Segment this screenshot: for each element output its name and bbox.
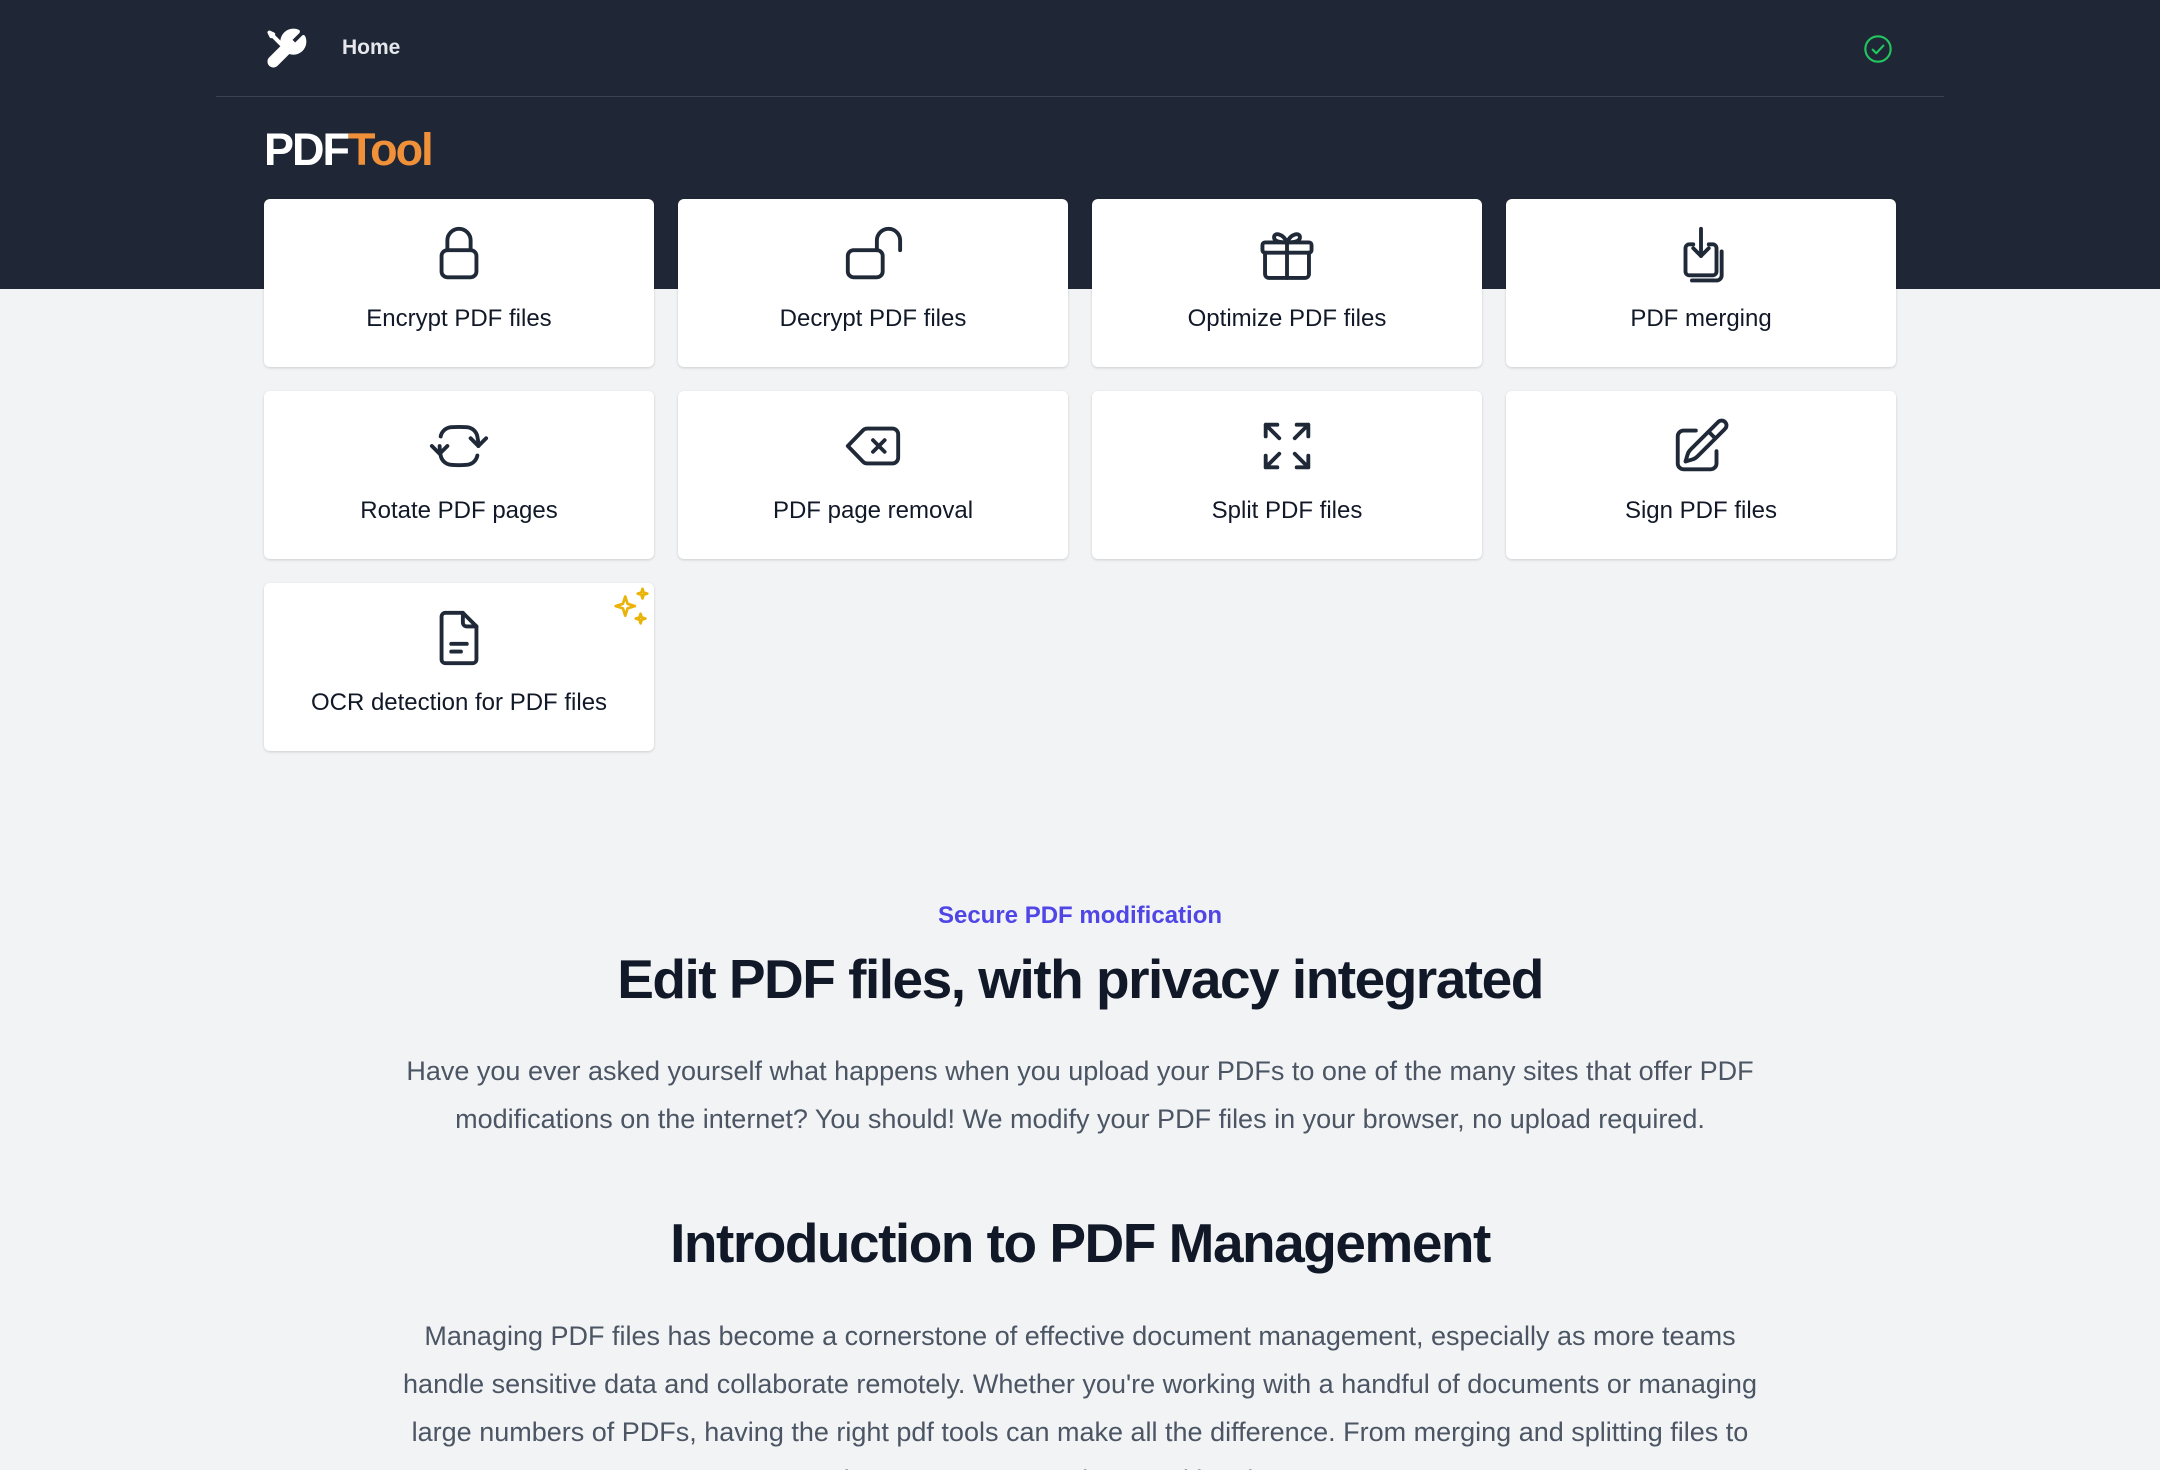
tool-label: PDF merging	[1630, 305, 1772, 332]
expand-arrows-icon	[1256, 415, 1318, 477]
pencil-square-icon	[1670, 415, 1732, 477]
tool-label: OCR detection for PDF files	[310, 689, 608, 716]
tool-label: Decrypt PDF files	[779, 305, 967, 332]
tool-card-decrypt[interactable]: Decrypt PDF files	[678, 199, 1068, 367]
tool-card-sign[interactable]: Sign PDF files	[1506, 391, 1896, 559]
tool-card-merge[interactable]: PDF merging	[1506, 199, 1896, 367]
top-navbar: Home	[216, 0, 1944, 97]
tool-card-page-removal[interactable]: PDF page removal	[678, 391, 1068, 559]
wrench-screwdriver-icon[interactable]	[264, 27, 308, 71]
article-title: Introduction to PDF Management	[670, 1212, 1491, 1274]
backspace-icon	[842, 415, 904, 477]
tool-label: PDF page removal	[772, 497, 974, 524]
tools-grid: Encrypt PDF files Decrypt PDF files Opti…	[264, 199, 1896, 751]
sparkles-icon	[608, 585, 654, 631]
brand-part-pdf: PDF	[264, 124, 350, 175]
merge-download-icon	[1670, 223, 1732, 285]
page-title: Edit PDF files, with privacy integrated	[617, 948, 1544, 1010]
check-circle-icon	[1862, 33, 1894, 65]
nav-home-link[interactable]: Home	[342, 36, 400, 60]
tool-card-optimize[interactable]: Optimize PDF files	[1092, 199, 1482, 367]
tool-card-split[interactable]: Split PDF files	[1092, 391, 1482, 559]
tool-card-encrypt[interactable]: Encrypt PDF files	[264, 199, 654, 367]
tool-card-ocr[interactable]: OCR detection for PDF files	[264, 583, 654, 751]
section-eyebrow: Secure PDF modification	[937, 902, 1223, 929]
tool-label: Rotate PDF pages	[360, 497, 558, 524]
document-text-icon	[428, 607, 490, 669]
lock-closed-icon	[428, 223, 490, 285]
tool-label: Encrypt PDF files	[366, 305, 552, 332]
lock-open-icon	[842, 223, 904, 285]
tool-label: Sign PDF files	[1624, 497, 1778, 524]
gift-icon	[1256, 223, 1318, 285]
intro-paragraph: Have you ever asked yourself what happen…	[406, 1056, 1754, 1134]
brand-logo[interactable]: PDFTool	[264, 122, 434, 178]
tool-label: Optimize PDF files	[1187, 305, 1387, 332]
brand-part-tool: Tool	[348, 124, 434, 175]
tool-card-rotate[interactable]: Rotate PDF pages	[264, 391, 654, 559]
tool-label: Split PDF files	[1211, 497, 1363, 524]
rotate-arrows-icon	[428, 415, 490, 477]
article-paragraph: Managing PDF files has become a cornerst…	[403, 1321, 1757, 1470]
